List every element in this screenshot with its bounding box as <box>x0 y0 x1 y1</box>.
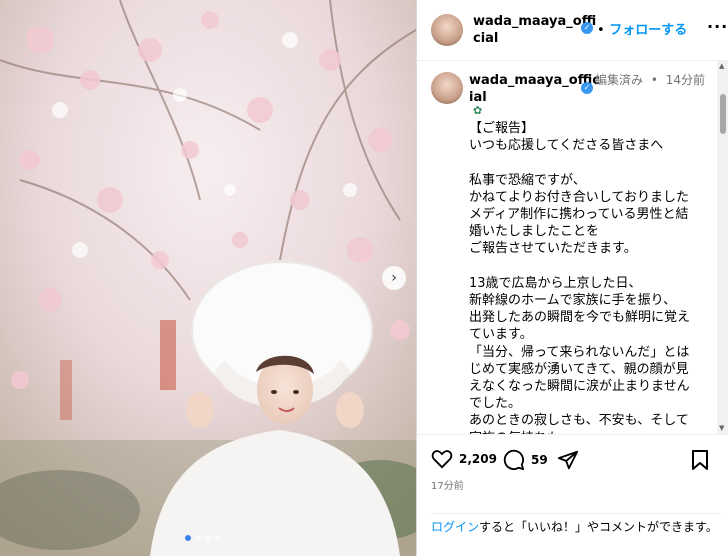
login-text: すると「いいね！」やコメントができます。 <box>479 520 718 534</box>
follow-button[interactable]: • フォローする <box>597 19 687 38</box>
edited-label: 編集済み <box>595 73 644 87</box>
carousel-dot <box>205 535 211 541</box>
scroll-up-icon[interactable]: ▲ <box>719 62 724 70</box>
header-username-line2: cial <box>473 31 499 46</box>
verified-badge-icon: ✓ <box>581 82 593 94</box>
like-count: 2,209 <box>459 452 497 466</box>
comment-icon <box>503 449 525 471</box>
post-photo[interactable]: › <box>0 0 416 556</box>
carousel-next-button[interactable]: › <box>382 266 406 290</box>
caption-text: 【ご報告】 いつも応援してくださる皆さまへ 私事で恐縮ですが、 かねてよりお付き… <box>469 121 691 434</box>
scroll-down-icon[interactable]: ▼ <box>719 424 724 432</box>
avatar[interactable] <box>431 14 463 46</box>
scroll-thumb[interactable] <box>720 94 726 134</box>
heart-icon <box>431 450 453 469</box>
clover-emoji-icon: ✿ <box>473 104 483 117</box>
carousel-dot <box>185 535 191 541</box>
like-button[interactable]: 2,209 <box>431 449 497 469</box>
header-username-line1: wada_maaya_offi <box>473 14 597 29</box>
chevron-right-icon: › <box>391 270 397 286</box>
save-button[interactable] <box>691 449 709 471</box>
share-button[interactable] <box>557 449 579 471</box>
post-actions: 2,209 59 17分前 ログインすると「いいね！」やコメントができます。 <box>417 434 728 557</box>
caption-meta: 編集済み • 14分前 <box>595 72 715 88</box>
instagram-post-embed: › wada_maaya_offi cial ✓ • フォローする ··· wa… <box>0 0 728 556</box>
carousel-indicator <box>185 535 221 541</box>
comment-button[interactable]: 59 <box>503 449 548 471</box>
caption-scroll-area[interactable]: wada_maaya_offic ial ✓ 編集済み • 14分前 ✿ 【ご報… <box>417 60 717 434</box>
post-time: 17分前 <box>431 481 464 492</box>
caption-time: 14分前 <box>665 73 706 87</box>
follow-separator: • <box>597 23 605 38</box>
comment-count: 59 <box>531 453 548 467</box>
bookmark-icon <box>692 450 708 470</box>
carousel-dot <box>215 535 221 541</box>
login-prompt: ログインすると「いいね！」やコメントができます。 <box>431 513 721 536</box>
login-link[interactable]: ログイン <box>431 520 479 534</box>
post-header: wada_maaya_offi cial ✓ • フォローする ··· <box>417 0 728 61</box>
avatar[interactable] <box>431 72 463 104</box>
caption-scrollbar[interactable]: ▲ ▼ <box>717 60 728 434</box>
photo-bride-under-blossoms <box>0 0 416 556</box>
follow-label: フォローする <box>609 23 688 38</box>
time-separator: • <box>650 73 658 87</box>
caption-username-line2: ial <box>469 90 487 105</box>
post-side-panel: wada_maaya_offi cial ✓ • フォローする ··· wada… <box>416 0 728 556</box>
verified-badge-icon: ✓ <box>581 22 593 34</box>
more-dots-icon[interactable]: ··· <box>707 17 728 36</box>
send-icon <box>557 450 579 470</box>
header-username[interactable]: wada_maaya_offi cial <box>473 13 596 47</box>
carousel-dot <box>195 535 201 541</box>
